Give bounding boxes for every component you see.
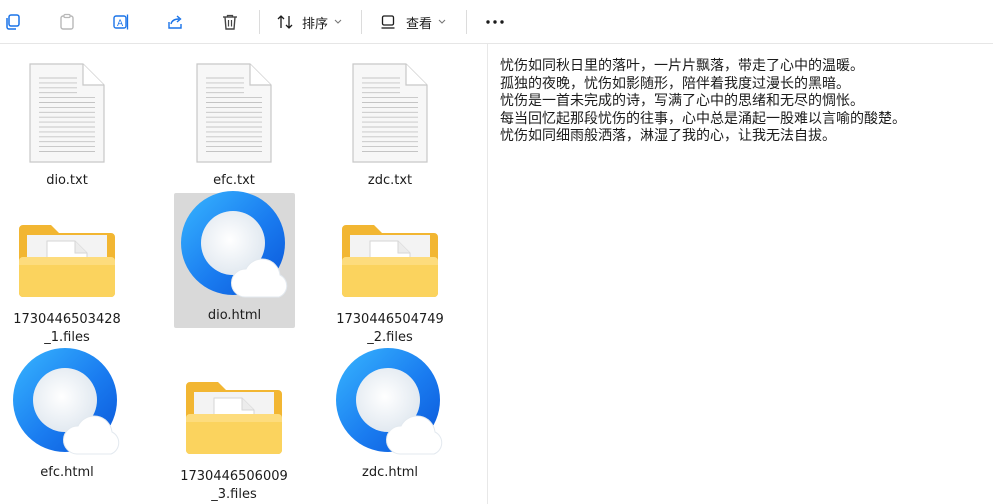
- sort-icon: [277, 15, 293, 29]
- file-item[interactable]: dio.html: [174, 191, 295, 328]
- sort-label: 排序: [302, 16, 329, 32]
- copy-button[interactable]: [0, 0, 26, 44]
- preview-pane: 忧伤如同秋日里的落叶，一片片飘落，带走了心中的温暖。 孤独的夜晚，忧伤如影随形，…: [500, 58, 990, 146]
- pane-divider: [487, 44, 488, 504]
- toolbar-divider: [466, 10, 467, 34]
- text-file-icon: [194, 62, 274, 168]
- view-icon: [381, 15, 395, 29]
- file-name: 1730446506009 _3.files: [180, 469, 288, 502]
- preview-line: 忧伤是一首未完成的诗，写满了心中的思绪和无尽的惆怅。: [500, 93, 864, 109]
- file-item[interactable]: 1730446504749 _2.files: [330, 193, 450, 347]
- file-item[interactable]: zdc.html: [330, 348, 450, 482]
- rename-icon: A: [113, 14, 129, 30]
- file-item[interactable]: 1730446506009 _3.files: [174, 350, 294, 504]
- browser-html-icon: [179, 189, 291, 305]
- toolbar-divider: [259, 10, 260, 34]
- share-button[interactable]: [162, 0, 188, 44]
- file-item[interactable]: efc.txt: [174, 60, 294, 190]
- preview-line: 孤独的夜晚，忧伤如影随形，陪伴着我度过漫长的黑暗。: [500, 75, 850, 92]
- preview-line: 每当回忆起那段忧伤的往事，心中总是涌起一股难以言喻的酸楚。: [500, 110, 906, 127]
- file-name: efc.html: [40, 465, 94, 480]
- preview-line: 忧伤如同细雨般洒落，淋湿了我的心，让我无法自拔。: [500, 128, 836, 144]
- file-name: efc.txt: [213, 173, 255, 188]
- view-label: 查看: [406, 16, 433, 32]
- file-item[interactable]: 1730446503428 _1.files: [7, 193, 127, 347]
- text-file-icon: [350, 62, 430, 168]
- chevron-down-icon: [334, 19, 342, 24]
- trash-icon: [223, 14, 237, 30]
- view-button[interactable]: 查看: [380, 0, 454, 44]
- file-name: 1730446504749 _2.files: [336, 312, 444, 345]
- file-grid: dio.txt efc.txt zdc.txt 1730446503428 _1.fi…: [0, 44, 487, 504]
- file-name: zdc.html: [362, 465, 418, 480]
- svg-text:A: A: [117, 19, 124, 29]
- folder-icon: [17, 221, 117, 305]
- file-name: dio.txt: [46, 173, 88, 188]
- more-options-button[interactable]: [480, 0, 510, 44]
- paste-icon: [60, 13, 74, 30]
- command-bar: A 排序 查看: [0, 0, 993, 44]
- share-icon: [168, 15, 182, 29]
- browser-html-icon: [334, 346, 446, 462]
- preview-line: 忧伤如同秋日里的落叶，一片片飘落，带走了心中的温暖。: [500, 58, 864, 74]
- toolbar-divider: [361, 10, 362, 34]
- file-item[interactable]: dio.txt: [7, 60, 127, 190]
- sort-button[interactable]: 排序: [276, 0, 350, 44]
- file-name: 1730446503428 _1.files: [13, 312, 121, 345]
- file-item[interactable]: efc.html: [7, 348, 127, 482]
- folder-icon: [184, 378, 284, 462]
- rename-button[interactable]: A: [108, 0, 134, 44]
- file-item[interactable]: zdc.txt: [330, 60, 450, 190]
- text-file-icon: [27, 62, 107, 168]
- browser-html-icon: [11, 346, 123, 462]
- file-name: zdc.txt: [367, 173, 413, 188]
- copy-icon: [6, 14, 20, 30]
- chevron-down-icon: [438, 19, 446, 24]
- more-icon: [486, 20, 504, 24]
- delete-button[interactable]: [217, 0, 243, 44]
- paste-button[interactable]: [54, 0, 80, 44]
- folder-icon: [340, 221, 440, 305]
- file-name: dio.html: [207, 308, 262, 323]
